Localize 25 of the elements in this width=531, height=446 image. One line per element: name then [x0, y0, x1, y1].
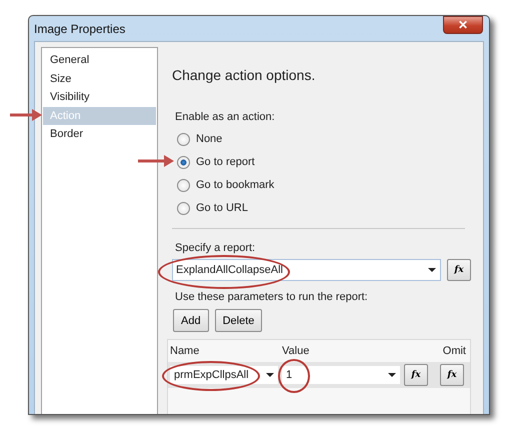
section-label: Enable as an action: [174, 111, 276, 123]
expression-button[interactable]: fx [447, 259, 471, 281]
sidebar-item[interactable]: Border [43, 125, 156, 144]
sidebar-item[interactable]: General [43, 51, 156, 70]
column-header: Name [169, 345, 200, 357]
expression-button[interactable]: fx [404, 364, 428, 386]
sidebar-item[interactable]: Size [43, 70, 156, 88]
column-header: Value [281, 345, 310, 357]
column-header: Omit [442, 345, 467, 357]
expression-button[interactable]: fx [440, 364, 464, 386]
action-button[interactable]: Add [173, 309, 209, 332]
section-label: Use these parameters to run the report: [174, 291, 369, 303]
sidebar-item[interactable]: Visibility [43, 88, 156, 106]
radio-label: None [196, 133, 222, 145]
window-title: Image Properties [34, 22, 126, 36]
field-label: Specify a report: [174, 242, 256, 254]
radio-label: Go to bookmark [196, 179, 274, 191]
report-combo-box[interactable]: ExplandAllCollapseAll [172, 259, 441, 281]
close-button[interactable]: ✕ [443, 16, 483, 34]
radio-label: Go to report [196, 156, 255, 168]
name-combo-box[interactable]: prmExpCllpsAll [170, 366, 278, 384]
value-combo-box[interactable]: 1 [282, 366, 400, 384]
radio-label: Go to URL [196, 202, 248, 214]
action-button[interactable]: Delete [214, 309, 262, 332]
page-heading: Change action options. [172, 67, 316, 83]
